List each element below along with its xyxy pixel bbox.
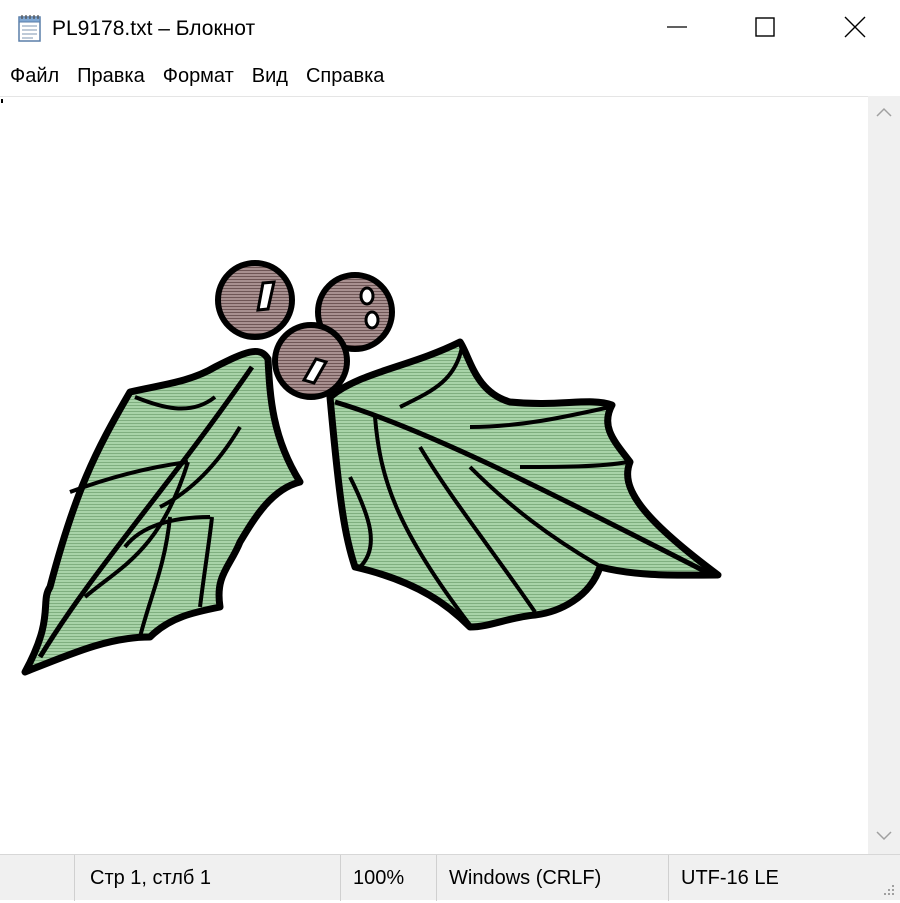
chevron-down-icon bbox=[876, 828, 892, 846]
notepad-icon bbox=[16, 13, 44, 43]
chevron-up-icon bbox=[876, 104, 892, 122]
scroll-up-button[interactable] bbox=[868, 96, 900, 130]
holly-leaves-berries-art bbox=[21, 260, 722, 676]
vertical-scrollbar[interactable] bbox=[868, 96, 900, 854]
minimize-button[interactable] bbox=[632, 0, 722, 58]
maximize-icon bbox=[755, 16, 775, 42]
resize-grip-icon[interactable] bbox=[880, 880, 896, 896]
status-bar: Стр 1, стлб 1 100% Windows (CRLF) UTF-16… bbox=[0, 854, 900, 901]
scroll-down-button[interactable] bbox=[868, 820, 900, 854]
status-cursor-position: Стр 1, стлб 1 bbox=[74, 855, 340, 901]
right-holly-leaf bbox=[326, 338, 722, 631]
menu-view[interactable]: Вид bbox=[246, 59, 294, 95]
title-bar[interactable]: PL9178.txt – Блокнот bbox=[0, 0, 900, 58]
status-encoding: UTF-16 LE bbox=[668, 855, 868, 901]
minimize-icon bbox=[667, 17, 687, 42]
menu-help[interactable]: Справка bbox=[300, 59, 390, 95]
status-zoom: 100% bbox=[340, 855, 436, 901]
menu-bar: Файл Правка Формат Вид Справка bbox=[0, 58, 900, 96]
close-icon bbox=[844, 16, 866, 43]
text-editor-area[interactable] bbox=[0, 96, 868, 854]
window-title: PL9178.txt – Блокнот bbox=[52, 17, 256, 40]
maximize-button[interactable] bbox=[720, 0, 810, 58]
menu-format[interactable]: Формат bbox=[157, 59, 240, 95]
left-holly-leaf bbox=[21, 348, 304, 676]
close-button[interactable] bbox=[810, 0, 900, 58]
menu-file[interactable]: Файл bbox=[4, 59, 65, 95]
menu-edit[interactable]: Правка bbox=[71, 59, 151, 95]
status-line-ending: Windows (CRLF) bbox=[436, 855, 668, 901]
